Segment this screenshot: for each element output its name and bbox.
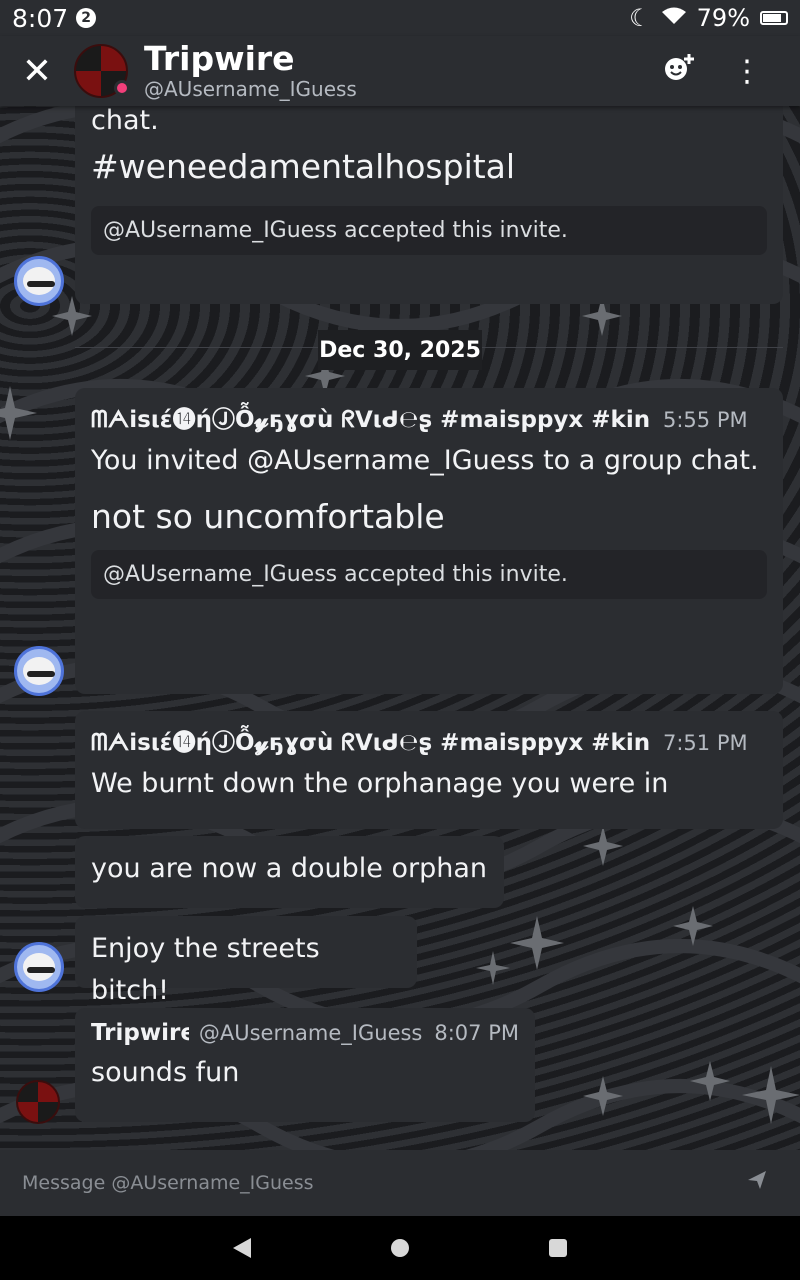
avatar[interactable]	[14, 256, 64, 306]
avatar[interactable]	[74, 44, 130, 98]
avatar[interactable]	[14, 942, 64, 992]
author-name[interactable]: ᗰᗅisιέ⓮ήⒿỖ𝔂ҕɣσù ᖇᐯιᑯ℮ʂ #maisppyx #kings	[91, 723, 651, 757]
message-composer	[0, 1150, 800, 1216]
chat-header: ✕ Tripwire @AUsername_IGuess ⋮	[0, 36, 800, 106]
timestamp: 5:55 PM	[663, 408, 748, 432]
message-header: ᗰᗅisιέ⓮ήⒿỖ𝔂ҕɣσù ᖇᐯιᑯ℮ʂ #maisppyx #kings …	[91, 400, 767, 434]
moon-icon: ☾	[629, 4, 651, 32]
message-card[interactable]: chat. #weneedamentalhospital @AUsername_…	[75, 96, 783, 304]
title-block[interactable]: Tripwire @AUsername_IGuess	[144, 39, 357, 102]
status-bar: 8:07 2 ☾ 79%	[0, 0, 800, 36]
home-icon[interactable]	[391, 1239, 409, 1257]
dnd-status-icon	[114, 80, 130, 96]
message-card[interactable]: Tripwire @AUsername_IGuess 8:07 PM sound…	[75, 1008, 535, 1122]
username-subtitle: @AUsername_IGuess	[144, 77, 357, 101]
message-card[interactable]: you are now a double orphan	[75, 836, 504, 908]
clock: 8:07	[12, 3, 69, 33]
message-header: Tripwire @AUsername_IGuess 8:07 PM	[91, 1020, 519, 1046]
timestamp: 7:51 PM	[663, 731, 748, 755]
send-icon[interactable]	[746, 1169, 768, 1197]
close-button[interactable]: ✕	[0, 51, 74, 92]
status-icons: ☾ 79%	[629, 4, 788, 32]
message-text: chat.	[91, 105, 159, 136]
message-card[interactable]: ᗰᗅisιέ⓮ήⒿỖ𝔂ҕɣσù ᖇᐯιᑯ℮ʂ #maisppyx #kings …	[75, 711, 783, 829]
add-friend-icon[interactable]	[662, 52, 696, 90]
author-handle: @AUsername_IGuess	[198, 1021, 423, 1045]
message-text: sounds fun	[91, 1057, 240, 1088]
message-hashtag-text: #weneedamentalhospital	[91, 147, 516, 186]
wifi-icon	[661, 4, 687, 32]
battery-icon	[760, 11, 788, 25]
message-text: You invited @AUsername_IGuess to a group…	[91, 445, 759, 476]
message-text-large: not so uncomfortable	[91, 497, 445, 536]
message-header: ᗰᗅisιέ⓮ήⒿỖ𝔂ҕɣσù ᖇᐯιᑯ℮ʂ #maisppyx #kings …	[91, 723, 767, 757]
divider	[482, 347, 783, 348]
author-name[interactable]: Tripwire	[91, 1020, 189, 1046]
recent-apps-icon[interactable]	[549, 1239, 567, 1257]
system-nav-bar	[0, 1216, 800, 1280]
avatar[interactable]	[16, 1080, 60, 1124]
author-name[interactable]: ᗰᗅisιέ⓮ήⒿỖ𝔂ҕɣσù ᖇᐯιᑯ℮ʂ #maisppyx #kings	[91, 400, 651, 434]
timestamp: 8:07 PM	[434, 1021, 519, 1045]
divider	[75, 347, 318, 348]
battery-percent: 79%	[696, 4, 750, 32]
avatar[interactable]	[14, 646, 64, 696]
message-card[interactable]: ᗰᗅisιέ⓮ήⒿỖ𝔂ҕɣσù ᖇᐯιᑯ℮ʂ #maisppyx #kings …	[75, 388, 783, 694]
message-card[interactable]: Enjoy the streets bitch!	[75, 916, 417, 1006]
message-text: you are now a double orphan	[91, 853, 487, 884]
invite-accepted-embed: @AUsername_IGuess accepted this invite.	[91, 550, 767, 599]
message-input[interactable]	[22, 1172, 746, 1194]
message-text: We burnt down the orphanage you were in	[91, 768, 669, 799]
message-text: Enjoy the streets bitch!	[91, 933, 320, 1006]
date-separator: Dec 30, 2025	[318, 330, 482, 370]
more-options-icon[interactable]: ⋮	[732, 54, 762, 89]
notification-count-badge: 2	[76, 8, 97, 28]
header-actions: ⋮	[662, 52, 800, 90]
invite-accepted-embed: @AUsername_IGuess accepted this invite.	[91, 206, 767, 255]
page-title: Tripwire	[144, 39, 295, 78]
back-icon[interactable]	[233, 1238, 251, 1258]
